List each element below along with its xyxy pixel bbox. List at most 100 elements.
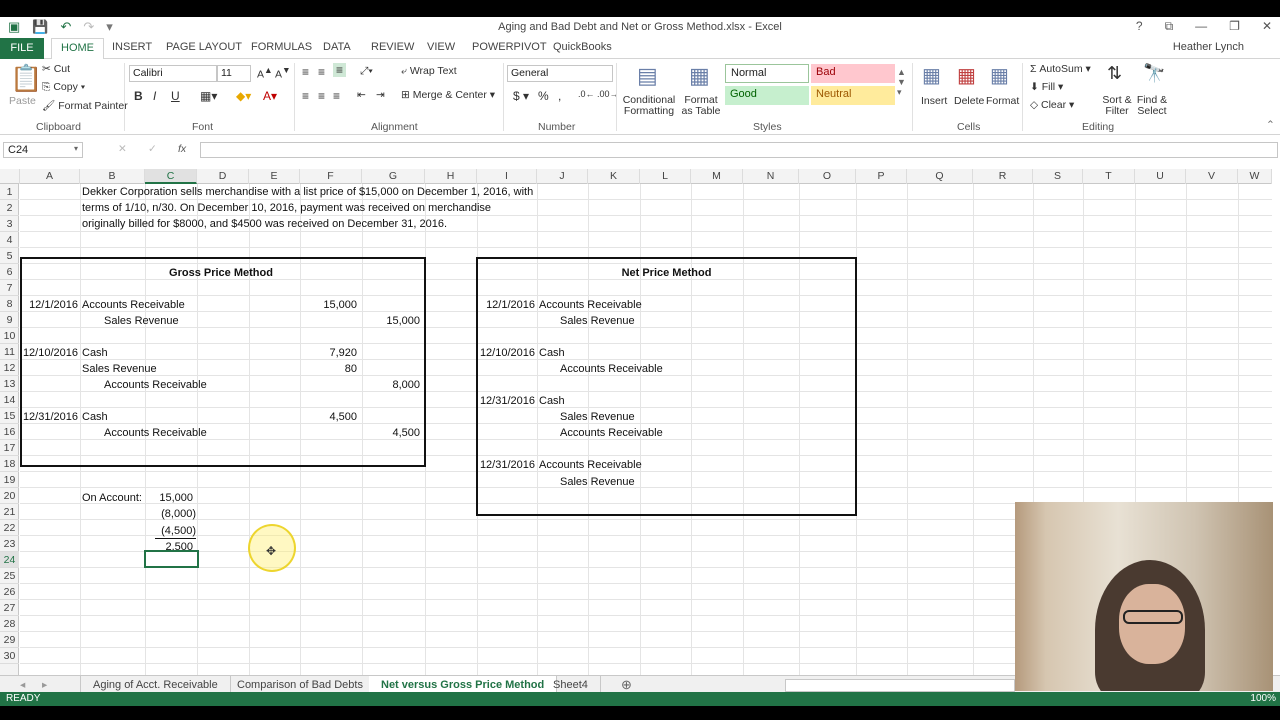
italic-icon[interactable]: I: [153, 89, 156, 103]
close-icon[interactable]: ✕: [1262, 19, 1272, 34]
format-cells-icon[interactable]: ▦: [990, 63, 1009, 88]
row-header[interactable]: 5: [0, 248, 19, 264]
row-header[interactable]: 11: [0, 344, 19, 360]
row-header[interactable]: 22: [0, 520, 19, 536]
fill-button[interactable]: ⬇ Fill ▾: [1030, 81, 1063, 93]
tab-insert[interactable]: INSERT: [112, 41, 152, 53]
column-header[interactable]: C: [145, 169, 197, 184]
row-header[interactable]: 23: [0, 536, 19, 552]
row-header[interactable]: 9: [0, 312, 19, 328]
sort-filter-button[interactable]: Sort & Filter: [1100, 95, 1134, 117]
column-header[interactable]: E: [249, 169, 300, 184]
comma-icon[interactable]: ,: [558, 89, 561, 103]
row-header[interactable]: 6: [0, 264, 19, 280]
row-header[interactable]: 1: [0, 184, 19, 200]
percent-icon[interactable]: %: [538, 89, 549, 103]
column-header[interactable]: B: [80, 169, 145, 184]
active-cell[interactable]: [144, 550, 199, 568]
find-select-icon[interactable]: 🔭: [1143, 63, 1165, 84]
row-header[interactable]: 26: [0, 584, 19, 600]
row-header[interactable]: 16: [0, 424, 19, 440]
tab-powerpivot[interactable]: POWERPIVOT: [472, 41, 547, 53]
row-header[interactable]: 28: [0, 616, 19, 632]
row-header[interactable]: 18: [0, 456, 19, 472]
insert-cells-button[interactable]: Insert: [921, 95, 947, 107]
style-good[interactable]: Good: [725, 86, 809, 105]
merge-center-button[interactable]: ⊞ Merge & Center ▾: [401, 89, 495, 101]
styles-scroll-icon[interactable]: ▲ ▼ ▾: [897, 67, 906, 98]
conditional-formatting-button[interactable]: Conditional Formatting: [620, 95, 678, 117]
insert-cells-icon[interactable]: ▦: [922, 63, 941, 88]
help-icon[interactable]: ?: [1136, 19, 1143, 34]
align-middle-icon[interactable]: ≡: [318, 65, 325, 79]
autosum-button[interactable]: Σ AutoSum ▾: [1030, 63, 1091, 75]
delete-cells-icon[interactable]: ▦: [957, 63, 976, 88]
grow-font-icon[interactable]: A▲: [257, 65, 273, 81]
tab-page-layout[interactable]: PAGE LAYOUT: [166, 41, 242, 53]
wrap-text-button[interactable]: ⤶ Wrap Text: [401, 65, 457, 78]
row-header[interactable]: 13: [0, 376, 19, 392]
number-format-select[interactable]: General: [507, 65, 613, 82]
format-as-table-icon[interactable]: ▦: [689, 63, 710, 89]
add-sheet-icon[interactable]: ⊕: [621, 677, 632, 693]
decrease-indent-icon[interactable]: ⇤: [357, 89, 366, 101]
name-box[interactable]: C24: [3, 142, 83, 158]
row-header[interactable]: 29: [0, 632, 19, 648]
clear-button[interactable]: ◇ Clear ▾: [1030, 99, 1074, 111]
formula-input[interactable]: [200, 142, 1278, 158]
format-as-table-button[interactable]: Format as Table: [678, 95, 724, 117]
column-header[interactable]: M: [691, 169, 743, 184]
conditional-formatting-icon[interactable]: ▤: [637, 63, 658, 89]
increase-decimal-icon[interactable]: .0←: [578, 89, 595, 99]
column-header[interactable]: V: [1186, 169, 1238, 184]
style-neutral[interactable]: Neutral: [811, 86, 895, 105]
column-header[interactable]: Q: [907, 169, 973, 184]
orientation-icon[interactable]: ⤢▾: [360, 65, 373, 78]
row-header[interactable]: 10: [0, 328, 19, 344]
paste-icon[interactable]: 📋: [10, 63, 42, 94]
row-header[interactable]: 20: [0, 488, 19, 504]
bold-icon[interactable]: B: [134, 89, 143, 103]
column-header[interactable]: S: [1033, 169, 1083, 184]
column-header[interactable]: D: [197, 169, 249, 184]
row-header[interactable]: 7: [0, 280, 19, 296]
format-cells-button[interactable]: Format: [986, 95, 1019, 107]
column-header[interactable]: L: [640, 169, 691, 184]
tab-quickbooks[interactable]: QuickBooks: [553, 41, 612, 53]
tab-data[interactable]: DATA: [323, 41, 351, 53]
collapse-ribbon-icon[interactable]: ⌃: [1266, 119, 1275, 131]
row-header[interactable]: 4: [0, 232, 19, 248]
ribbon-display-icon[interactable]: ⧉: [1165, 19, 1174, 34]
row-header[interactable]: 21: [0, 504, 19, 520]
row-header[interactable]: 25: [0, 568, 19, 584]
column-header[interactable]: O: [799, 169, 856, 184]
next-sheet-icon[interactable]: ▸: [42, 679, 47, 691]
copy-button[interactable]: ⎘ Copy ▾: [42, 81, 85, 94]
font-name-select[interactable]: Calibri: [129, 65, 217, 82]
row-header[interactable]: 30: [0, 648, 19, 664]
row-header[interactable]: 3: [0, 216, 19, 232]
user-name[interactable]: Heather Lynch: [1173, 41, 1244, 53]
column-header[interactable]: K: [588, 169, 640, 184]
tab-file[interactable]: FILE: [0, 38, 44, 59]
fill-color-icon[interactable]: ◆▾: [236, 89, 251, 103]
column-header[interactable]: T: [1083, 169, 1135, 184]
column-header[interactable]: P: [856, 169, 907, 184]
row-header[interactable]: 24: [0, 552, 19, 568]
tab-view[interactable]: VIEW: [427, 41, 455, 53]
increase-indent-icon[interactable]: ⇥: [376, 89, 385, 101]
column-header[interactable]: H: [425, 169, 477, 184]
minimize-icon[interactable]: —: [1195, 19, 1207, 34]
cancel-entry-icon[interactable]: ✕: [118, 143, 127, 155]
row-header[interactable]: 19: [0, 472, 19, 488]
font-size-select[interactable]: 11: [217, 65, 251, 82]
underline-icon[interactable]: U: [171, 89, 180, 103]
format-painter-button[interactable]: 🖌 Format Painter: [42, 99, 128, 112]
align-top-icon[interactable]: ≡: [302, 65, 309, 79]
column-header[interactable]: N: [743, 169, 799, 184]
find-select-button[interactable]: Find & Select: [1134, 95, 1170, 117]
select-all-corner[interactable]: [0, 169, 20, 184]
column-header[interactable]: A: [20, 169, 80, 184]
column-header[interactable]: I: [477, 169, 537, 184]
tab-review[interactable]: REVIEW: [371, 41, 414, 53]
